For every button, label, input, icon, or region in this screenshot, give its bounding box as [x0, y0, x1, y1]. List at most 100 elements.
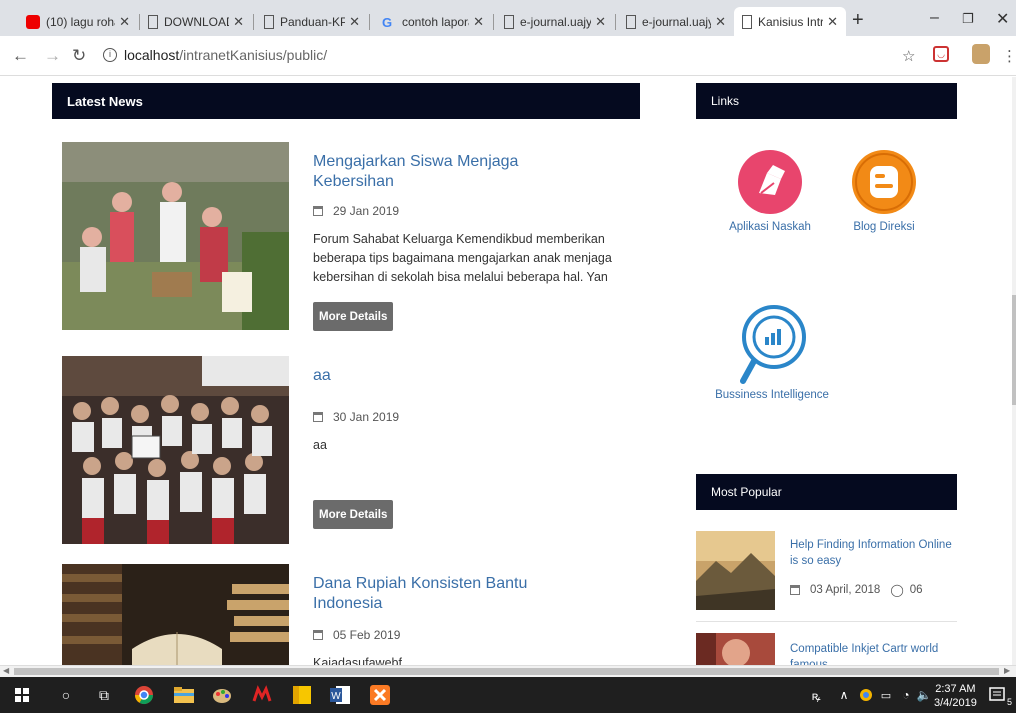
bookmark-star-icon[interactable]: ☆	[902, 47, 915, 65]
browser-tab-strip: (10) lagu rohani ✕ DOWNLOAD | F ✕ Pandua…	[0, 0, 1016, 36]
file-explorer-icon[interactable]	[174, 685, 194, 705]
close-tab-icon[interactable]: ✕	[827, 14, 838, 30]
close-tab-icon[interactable]: ✕	[473, 14, 484, 30]
notification-count: 5	[1006, 697, 1012, 707]
youtube-icon	[26, 14, 40, 29]
url-host: localhost	[124, 47, 180, 63]
popular-thumbnail[interactable]	[696, 633, 775, 665]
magnifier-chart-icon	[740, 305, 806, 384]
close-tab-icon[interactable]: ✕	[349, 14, 360, 30]
popular-title[interactable]: Help Finding Information Online is so ea…	[790, 537, 955, 569]
link-business-intelligence[interactable]: Bussiness Intelligence	[712, 303, 832, 401]
scrollbar-thumb[interactable]	[1012, 295, 1016, 405]
close-tab-icon[interactable]: ✕	[233, 14, 244, 30]
volume-icon[interactable]: 🔈	[914, 685, 934, 705]
news-date-text: 30 Jan 2019	[333, 410, 400, 424]
calendar-icon	[313, 206, 323, 216]
close-tab-icon[interactable]: ✕	[595, 14, 606, 30]
people-icon[interactable]: ꝶ	[806, 685, 826, 705]
link-blog-direksi[interactable]: Blog Direksi	[834, 149, 934, 233]
news-excerpt: Kaiadasufawebf	[313, 656, 402, 665]
browser-toolbar: ← → ↻ i localhost/intranetKanisius/publi…	[0, 36, 1016, 76]
link-aplikasi-naskah[interactable]: Aplikasi Naskah	[720, 149, 820, 233]
news-title[interactable]: Dana Rupiah Konsisten Bantu Indonesia	[313, 574, 533, 614]
vertical-scrollbar[interactable]	[1012, 77, 1016, 665]
scroll-right-icon[interactable]: ▶	[1004, 666, 1010, 675]
calendar-icon	[313, 630, 323, 640]
browser-tab-active[interactable]: Kanisius Intrane ✕	[734, 7, 846, 36]
browser-tab[interactable]: Panduan-KP-TA ✕	[256, 7, 368, 36]
close-tab-icon[interactable]: ✕	[119, 14, 130, 30]
divider	[696, 621, 957, 622]
popular-thumbnail[interactable]	[696, 531, 775, 610]
search-icon[interactable]: ○	[56, 685, 76, 705]
news-date: 05 Feb 2019	[313, 628, 400, 642]
more-details-button[interactable]: More Details	[313, 302, 394, 331]
page-icon	[264, 14, 274, 29]
restore-button[interactable]: ❐	[962, 11, 974, 27]
forward-icon[interactable]: →	[44, 46, 61, 66]
tab-title: (10) lagu rohani	[46, 14, 115, 29]
blogger-icon	[852, 150, 916, 214]
link-label: Bussiness Intelligence	[715, 389, 829, 401]
notification-icon[interactable]: 5	[986, 685, 1012, 707]
links-heading: Links	[696, 83, 957, 119]
tab-title: e-journal.uajy.ac	[642, 14, 712, 29]
news-thumbnail[interactable]	[62, 356, 289, 544]
minimize-button[interactable]: –	[930, 9, 939, 27]
browser-tab[interactable]: (10) lagu rohani ✕	[18, 7, 138, 36]
news-title[interactable]: Mengajarkan Siswa Menjaga Kebersihan	[313, 152, 533, 192]
address-bar[interactable]: localhost/intranetKanisius/public/	[124, 47, 327, 63]
xampp-icon[interactable]	[370, 685, 390, 705]
clock[interactable]: 2:37 AM 3/4/2019	[934, 682, 977, 710]
news-item: Mengajarkan Siswa Menjaga Kebersihan 29 …	[62, 142, 642, 332]
pen-nib-icon	[738, 150, 802, 214]
horizontal-scrollbar[interactable]: ◀ ▶	[0, 665, 1016, 677]
popular-item: Help Finding Information Online is so ea…	[696, 531, 957, 611]
profile-avatar-icon[interactable]	[972, 44, 990, 64]
browser-tab[interactable]: G contoh laporan ✕	[374, 7, 492, 36]
menu-kebab-icon[interactable]: ⋮	[1002, 47, 1016, 65]
taskbar: ○ ⧉ W ꝶ ∧ ▭ ◔ 🔈 2:37 AM 3/4/2019 5	[0, 677, 1016, 713]
news-item: aa 30 Jan 2019 aa More Details	[62, 356, 642, 546]
info-icon[interactable]: i	[103, 48, 117, 62]
window-close-button[interactable]: ✕	[996, 9, 1009, 29]
wifi-icon[interactable]: ◔	[896, 685, 916, 705]
chrome-icon[interactable]	[134, 685, 154, 705]
windows-start-icon[interactable]	[12, 685, 32, 705]
app-icon-red[interactable]	[252, 685, 272, 705]
link-label: Blog Direksi	[853, 221, 915, 233]
sticky-notes-icon[interactable]	[292, 685, 312, 705]
news-date-text: 05 Feb 2019	[333, 628, 401, 642]
browser-tab[interactable]: e-journal.uajy.ac ✕	[618, 7, 734, 36]
browser-tab[interactable]: DOWNLOAD | F ✕	[140, 7, 252, 36]
comment-icon: ◯	[890, 583, 904, 597]
new-tab-button[interactable]: +	[852, 9, 864, 32]
more-details-button[interactable]: More Details	[313, 500, 394, 529]
news-thumbnail[interactable]	[62, 564, 289, 665]
task-view-icon[interactable]: ⧉	[94, 685, 114, 705]
popular-date: 03 April, 2018	[810, 584, 881, 596]
web-page: Latest News Mengajarkan Siswa Menjaga Ke…	[0, 77, 1012, 665]
tray-app-icon[interactable]	[856, 685, 876, 705]
latest-news-heading: Latest News	[52, 83, 640, 119]
close-tab-icon[interactable]: ✕	[715, 14, 726, 30]
paint-icon[interactable]	[212, 685, 232, 705]
browser-tab[interactable]: e-journal.uajy.ac ✕	[496, 7, 614, 36]
reload-icon[interactable]: ↻	[72, 46, 86, 66]
news-thumbnail[interactable]	[62, 142, 289, 330]
back-icon[interactable]: ←	[12, 46, 29, 66]
news-title[interactable]: aa	[313, 366, 533, 386]
popular-title[interactable]: Compatible Inkjet Cartr world famous	[790, 641, 955, 665]
news-excerpt: aa	[313, 438, 327, 452]
tab-title: Kanisius Intrane	[758, 14, 824, 29]
battery-icon[interactable]: ▭	[876, 685, 896, 705]
word-icon[interactable]: W	[330, 685, 350, 705]
chevron-up-icon[interactable]: ∧	[834, 685, 854, 705]
extension-icon[interactable]: ◡	[933, 46, 949, 62]
news-date: 29 Jan 2019	[313, 204, 399, 218]
scroll-left-icon[interactable]: ◀	[3, 666, 9, 675]
popular-comment-count: 06	[909, 584, 923, 596]
scrollbar-thumb[interactable]	[14, 668, 999, 675]
news-excerpt: Forum Sahabat Keluarga Kemendikbud membe…	[313, 232, 612, 284]
